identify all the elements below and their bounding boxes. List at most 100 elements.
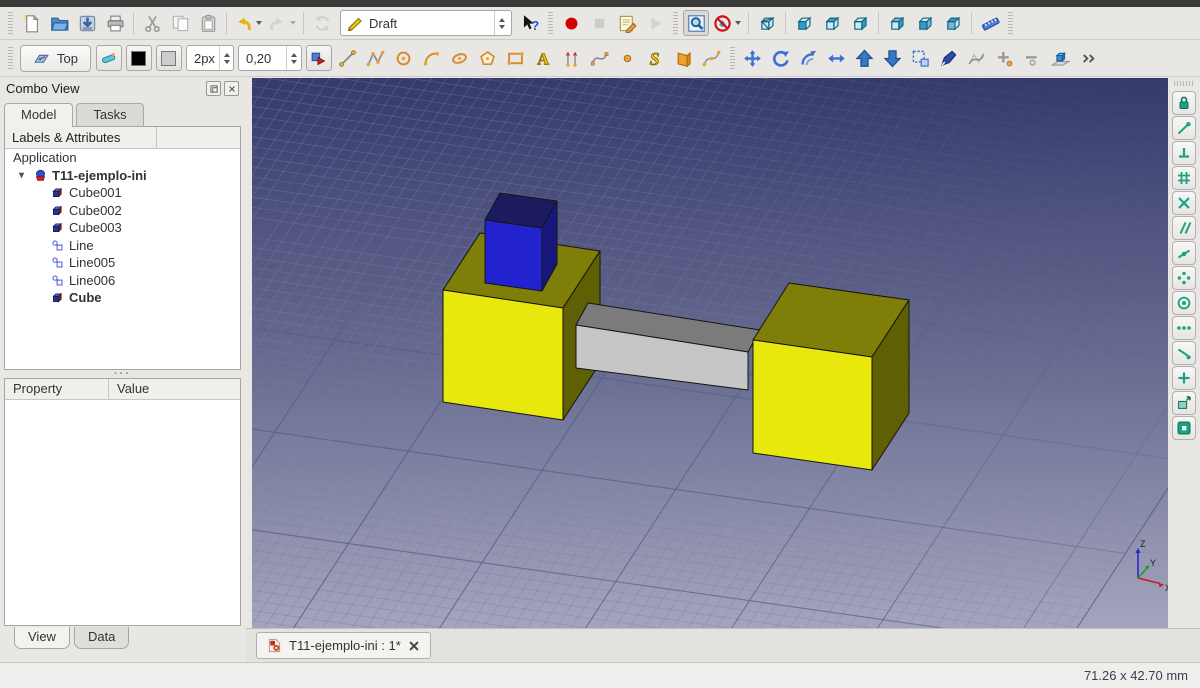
stop-macro-button[interactable] xyxy=(586,10,612,36)
view-right-button[interactable] xyxy=(847,10,873,36)
text-scale-spinbox[interactable]: 0,20 xyxy=(238,45,302,71)
macro-play-button[interactable] xyxy=(642,10,668,36)
copy-button[interactable] xyxy=(167,10,193,36)
view-front-button[interactable] xyxy=(791,10,817,36)
draw-style-button[interactable] xyxy=(711,10,743,36)
tab-tasks[interactable]: Tasks xyxy=(76,103,143,126)
measure-distance-button[interactable] xyxy=(977,10,1003,36)
draft-to-sketch-button[interactable] xyxy=(1048,45,1074,71)
snap-dimensions-button[interactable] xyxy=(1172,316,1196,340)
fit-all-button[interactable] xyxy=(683,10,709,36)
snap-special-button[interactable] xyxy=(1172,366,1196,390)
toolbar-handle[interactable] xyxy=(548,12,553,34)
view-top-button[interactable] xyxy=(819,10,845,36)
draft-bspline-button[interactable] xyxy=(587,45,613,71)
draft-shapestring-button[interactable] xyxy=(643,45,669,71)
combo-view-titlebar[interactable]: Combo View xyxy=(0,77,245,100)
toolbar-handle[interactable] xyxy=(730,47,735,69)
draft-rectangle-button[interactable] xyxy=(503,45,529,71)
draft-trimex-button[interactable] xyxy=(824,45,850,71)
snap-intersection-button[interactable] xyxy=(1172,191,1196,215)
view-bottom-button[interactable] xyxy=(912,10,938,36)
snap-near-button[interactable] xyxy=(1172,341,1196,365)
draft-text-button[interactable] xyxy=(531,45,557,71)
draft-circle-button[interactable] xyxy=(391,45,417,71)
draft-polygon-button[interactable] xyxy=(475,45,501,71)
tree-item-line[interactable]: Line xyxy=(5,237,240,255)
draft-bezier-button[interactable] xyxy=(699,45,725,71)
face-color-button[interactable] xyxy=(156,45,182,71)
draft-dimension-button[interactable] xyxy=(559,45,585,71)
autogroup-button[interactable] xyxy=(306,45,332,71)
snap-lock-button[interactable] xyxy=(1172,91,1196,115)
tree-item-application[interactable]: Application xyxy=(5,149,240,167)
draft-edit-button[interactable] xyxy=(936,45,962,71)
workbench-selector[interactable]: Draft xyxy=(340,10,512,36)
tab-model[interactable]: Model xyxy=(4,103,73,127)
close-tab-icon[interactable] xyxy=(408,640,420,652)
tree-item-cube002[interactable]: Cube002 xyxy=(5,202,240,220)
float-panel-button[interactable] xyxy=(206,81,221,96)
toggle-grid-button[interactable] xyxy=(1172,416,1196,440)
right-cube-front-face[interactable] xyxy=(753,340,872,470)
dropdown-arrow-icon[interactable] xyxy=(256,21,262,25)
draft-wire-to-bspline-button[interactable] xyxy=(964,45,990,71)
snap-center-button[interactable] xyxy=(1172,291,1196,315)
dropdown-arrow-icon[interactable] xyxy=(290,21,296,25)
line-color-button[interactable] xyxy=(126,45,152,71)
close-panel-button[interactable] xyxy=(224,81,239,96)
snap-working-plane-button[interactable] xyxy=(1172,391,1196,415)
tree-item-document[interactable]: ▾ T11-ejemplo-ini xyxy=(5,167,240,185)
snap-perpendicular-button[interactable] xyxy=(1172,141,1196,165)
draft-facebinder-button[interactable] xyxy=(671,45,697,71)
toolbar-handle[interactable] xyxy=(8,47,13,69)
draft-scale-button[interactable] xyxy=(908,45,934,71)
overflow-button[interactable] xyxy=(1076,45,1102,71)
toolbar-handle[interactable] xyxy=(1008,12,1013,34)
refresh-button[interactable] xyxy=(309,10,335,36)
tree-item-line006[interactable]: Line006 xyxy=(5,272,240,290)
macro-edit-button[interactable] xyxy=(614,10,640,36)
draft-offset-button[interactable] xyxy=(796,45,822,71)
draft-wire-button[interactable] xyxy=(363,45,389,71)
property-table-header[interactable]: Property Value xyxy=(5,379,240,400)
expander-icon[interactable]: ▾ xyxy=(19,170,29,181)
tree-item-cube003[interactable]: Cube003 xyxy=(5,219,240,237)
workbench-spinner[interactable] xyxy=(494,11,509,35)
draft-move-button[interactable] xyxy=(740,45,766,71)
record-macro-button[interactable] xyxy=(558,10,584,36)
tree-item-cube[interactable]: Cube xyxy=(5,289,240,307)
print-button[interactable] xyxy=(102,10,128,36)
undo-button[interactable] xyxy=(232,10,264,36)
dropdown-arrow-icon[interactable] xyxy=(735,21,741,25)
tab-view[interactable]: View xyxy=(14,627,70,649)
view-axonometric-button[interactable] xyxy=(754,10,780,36)
draft-downgrade-button[interactable] xyxy=(880,45,906,71)
toolbar-handle[interactable] xyxy=(673,12,678,34)
line-width-spinbox[interactable]: 2px xyxy=(186,45,234,71)
draft-line-button[interactable] xyxy=(335,45,361,71)
tree-item-line005[interactable]: Line005 xyxy=(5,254,240,272)
tree-header[interactable]: Labels & Attributes xyxy=(5,127,240,149)
construction-mode-button[interactable] xyxy=(96,45,122,71)
draft-rotate-button[interactable] xyxy=(768,45,794,71)
snap-endpoint-button[interactable] xyxy=(1172,116,1196,140)
whats-this-button[interactable] xyxy=(517,10,543,36)
snap-extension-button[interactable] xyxy=(1172,266,1196,290)
left-cube-front-face[interactable] xyxy=(443,290,563,420)
view-rear-button[interactable] xyxy=(884,10,910,36)
toolbar-handle[interactable] xyxy=(8,12,13,34)
document-tab[interactable]: T11-ejemplo-ini : 1* xyxy=(256,632,431,659)
blue-cube-front-face[interactable] xyxy=(485,220,542,291)
paste-button[interactable] xyxy=(195,10,221,36)
draft-upgrade-button[interactable] xyxy=(852,45,878,71)
3d-viewport[interactable]: Z Y X xyxy=(252,78,1168,628)
draft-arc-button[interactable] xyxy=(419,45,445,71)
panel-splitter[interactable]: ··· xyxy=(0,370,245,378)
tree-item-cube001[interactable]: Cube001 xyxy=(5,184,240,202)
view-left-button[interactable] xyxy=(940,10,966,36)
draft-ellipse-button[interactable] xyxy=(447,45,473,71)
snap-parallel-button[interactable] xyxy=(1172,216,1196,240)
tab-data[interactable]: Data xyxy=(74,627,129,649)
draft-point-button[interactable] xyxy=(615,45,641,71)
